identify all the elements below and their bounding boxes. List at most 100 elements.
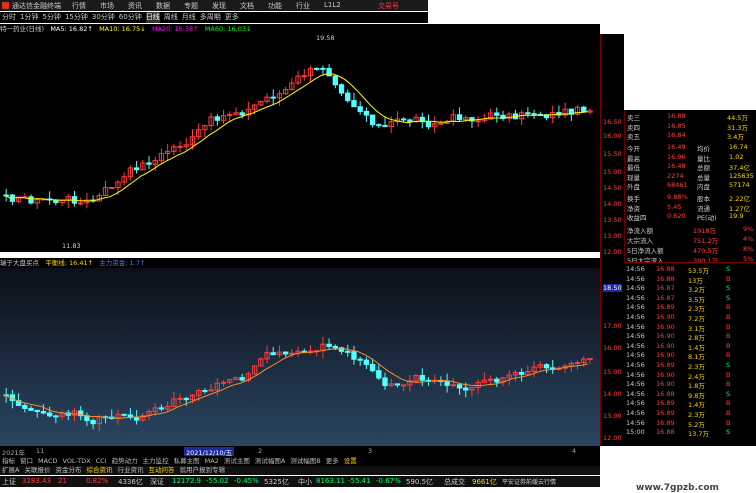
tick-side: S (726, 265, 731, 273)
tick-list[interactable]: 14:56 16.88 53.5万 S 14:56 16.88 13万 B 14:56 16.87… (624, 262, 756, 446)
trade-button[interactable]: 交易号 (378, 1, 399, 11)
menu-item[interactable]: 文档 (240, 1, 254, 11)
menu-item[interactable]: 发现 (212, 1, 226, 11)
info-tab[interactable]: 综合资讯 (86, 466, 112, 475)
flow-pct: 8% (743, 244, 754, 253)
indicator-tab[interactable]: 测试幅图B (290, 456, 320, 466)
menu-item[interactable]: 资讯 (128, 1, 142, 11)
period-tab[interactable]: 30分钟 (92, 12, 115, 23)
stock-name: 特一药业(日线) (0, 25, 45, 33)
indicator-tab[interactable]: CCI (96, 456, 107, 466)
quote-label: 现量 (627, 173, 640, 182)
main-menu: 行情 市场 资讯 数据 专题 发现 文档 功能 行业 L1L2 (72, 1, 341, 11)
indicator-tab[interactable]: 主力监控 (143, 456, 169, 466)
indicator-tab[interactable]: MA2 (205, 456, 219, 466)
menu-item[interactable]: 数据 (156, 1, 170, 11)
indicator-tab[interactable]: 更多 (326, 456, 339, 466)
server-name[interactable]: 平安证券前缓云行情 (502, 477, 556, 486)
period-tab[interactable]: 多周期 (200, 12, 221, 23)
tick-row: 14:56 16.88 53.5万 S (626, 265, 754, 275)
quote-label: 今开 (627, 145, 640, 153)
candle-body (22, 404, 28, 409)
indicator-tab[interactable]: 窗口 (20, 456, 33, 466)
menu-item[interactable]: 行情 (72, 1, 86, 11)
tick-time: 14:56 (626, 274, 645, 283)
period-tab[interactable]: 15分钟 (65, 12, 88, 23)
tick-row: 14:56 16.88 9.8万 S (626, 389, 754, 400)
tick-side: B (726, 332, 731, 341)
menu-item[interactable]: 行业 (296, 1, 310, 11)
indicator-tab[interactable]: 私募主图 (174, 456, 200, 466)
sh-index-amount: 4336亿 (118, 478, 143, 486)
candle-body (400, 384, 407, 387)
candle-body (494, 378, 500, 383)
info-tab[interactable]: 关联报价 (24, 466, 50, 475)
period-tab[interactable]: 周线 (164, 12, 178, 23)
tick-time: 14:56 (626, 409, 645, 417)
indicator-tab[interactable]: 趋势动力 (112, 456, 138, 466)
indicator-tab[interactable]: 设置 (344, 456, 357, 466)
indicator-tab[interactable]: 测试幅图A (255, 456, 285, 466)
tick-time: 14:56 (626, 322, 645, 331)
tick-row: 14:56 16.90 3.1万 B (626, 322, 754, 333)
sh-index-change: 21 (58, 477, 67, 485)
period-tab[interactable]: 5分钟 (42, 12, 60, 23)
candle-body (270, 352, 276, 356)
menu-item[interactable]: L1L2 (324, 1, 341, 11)
info-tab[interactable]: 行业资讯 (117, 466, 143, 475)
tick-side: B (726, 370, 731, 379)
menu-item[interactable]: 功能 (268, 1, 282, 11)
quote-row: 现量 2274 总量 125635 (627, 172, 755, 182)
menu-item[interactable]: 市场 (100, 1, 114, 11)
info-tab[interactable]: 互动问答 (148, 466, 174, 475)
tick-time: 14:56 (626, 265, 645, 273)
trading-terminal-window: 通达信金融终端 行情 市场 资讯 数据 专题 发现 文档 功能 行业 L1L2 … (0, 0, 756, 493)
candle-body (382, 124, 388, 128)
candle-body (332, 75, 339, 86)
info-tab[interactable]: 资金分布 (55, 466, 81, 475)
indicator-value-2: 主力资金: 1.7↑ (99, 259, 146, 267)
info-tab[interactable]: 翁用户报到专辑 (179, 466, 225, 475)
quote-value: 0.620 (667, 212, 686, 220)
candle-body (438, 122, 444, 125)
scale-label: 15.00 (603, 168, 622, 176)
period-tab[interactable]: 1分钟 (20, 12, 38, 23)
candle-body (338, 84, 345, 94)
scale-cursor-label: 18.50 (603, 284, 622, 292)
tick-price: 16.90 (656, 351, 675, 360)
info-tab[interactable]: 扩展A (2, 466, 19, 475)
flow-pct: 4% (743, 234, 754, 243)
candle-body (456, 114, 463, 121)
period-tab-active[interactable]: 日线 (145, 12, 160, 23)
indicator-tab[interactable]: VOL-TDX (62, 456, 90, 466)
candle-body (351, 100, 357, 108)
period-tab[interactable]: 更多 (225, 12, 239, 23)
menu-item[interactable]: 专题 (184, 1, 198, 11)
candlestick-chart[interactable]: 19.58 11.83 (0, 34, 600, 252)
quote-label: 股本 (697, 195, 710, 203)
period-tab[interactable]: 60分钟 (119, 12, 142, 23)
zx-index-pct: -0.67% (376, 477, 401, 485)
candle-body (369, 363, 376, 372)
tick-volume: 7.2万 (688, 315, 705, 323)
tick-time: 14:56 (626, 380, 645, 389)
candle-body (320, 67, 326, 70)
tick-price: 16.87 (656, 284, 675, 293)
tick-row: 14:56 16.88 13万 B (626, 274, 754, 285)
tick-row: 14:56 16.87 3.2万 S (626, 284, 754, 294)
tick-time: 14:56 (626, 389, 645, 398)
indicator-tab[interactable]: 测试主图 (224, 456, 250, 466)
tick-price: 16.89 (656, 361, 675, 369)
scale-label: 16.00 (603, 132, 622, 140)
tick-time: 14:56 (626, 313, 645, 321)
candle-body (183, 397, 189, 401)
sh-index-pct: 0.82% (86, 477, 109, 485)
period-tab[interactable]: 分时 (2, 12, 16, 23)
indicator-chart[interactable] (0, 268, 600, 446)
indicator-tab[interactable]: MACD (38, 456, 57, 466)
tick-price: 16.89 (656, 418, 675, 427)
period-tab[interactable]: 月线 (182, 12, 196, 23)
tick-price: 16.90 (656, 313, 675, 321)
indicator-tab[interactable]: 指标 (2, 456, 15, 466)
tick-volume: 3.1万 (688, 324, 705, 333)
